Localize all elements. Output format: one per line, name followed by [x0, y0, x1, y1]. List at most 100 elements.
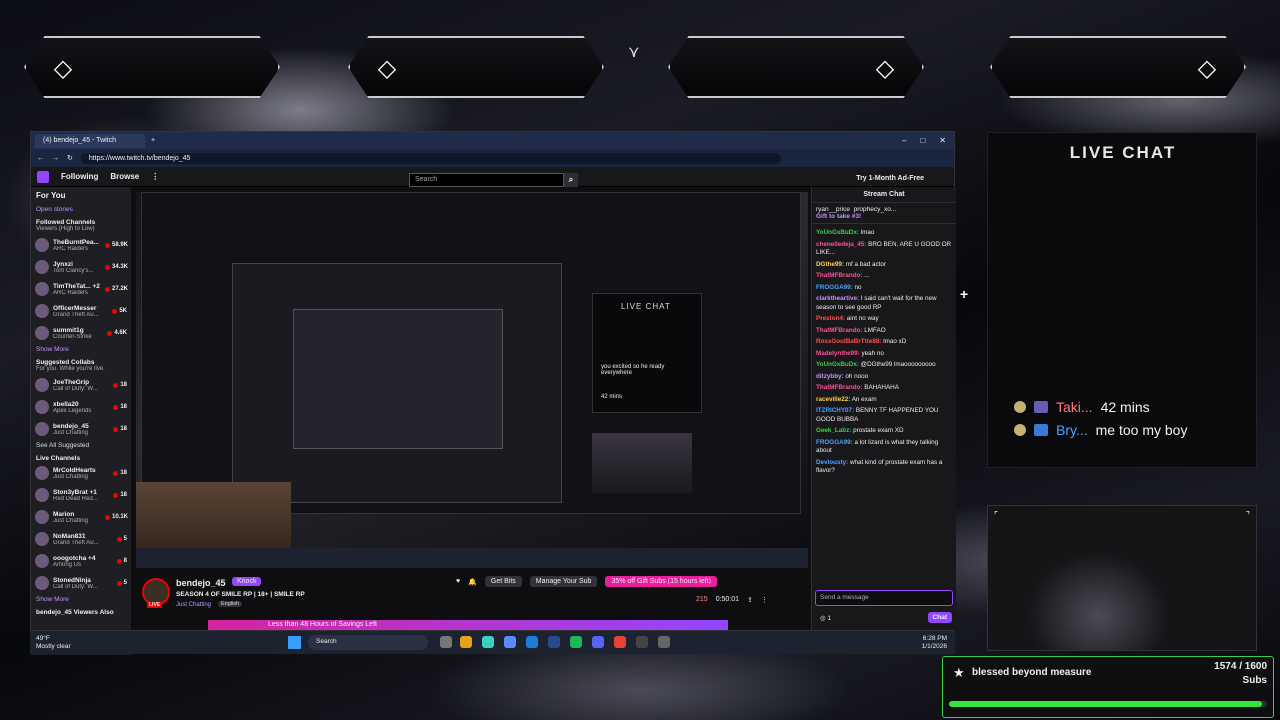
- chat-username[interactable]: FROGGA99:: [816, 439, 853, 446]
- taskbar-search[interactable]: Search: [308, 635, 428, 650]
- clock-date: 1/1/2026: [921, 642, 947, 650]
- discord-icon[interactable]: [592, 636, 604, 648]
- chat-username[interactable]: chenelledeja_45:: [816, 241, 866, 248]
- knock-button[interactable]: Knock: [232, 577, 262, 586]
- overlay-chat-message: Taki... 42 mins: [1014, 399, 1150, 415]
- minimize-icon[interactable]: –: [902, 136, 906, 145]
- notification-icon[interactable]: 🔔: [468, 578, 477, 586]
- sidebar-channel[interactable]: Marion Just Chatting 10.1K: [31, 506, 131, 528]
- see-all-link[interactable]: See All Suggested: [31, 440, 131, 451]
- sidebar-channel[interactable]: Ston3yBrat +1 Red Dead Red... 18: [31, 484, 131, 506]
- language-tag[interactable]: English: [218, 601, 243, 607]
- chat-username[interactable]: DGthe99:: [816, 261, 844, 268]
- ad-free-button[interactable]: Try 1-Month Ad-Free: [856, 175, 924, 182]
- edge-icon[interactable]: [482, 636, 494, 648]
- sidebar: For You Open stories Followed Channels V…: [31, 187, 131, 655]
- channel-name[interactable]: bendejo_45: [176, 578, 226, 588]
- twitch-logo-icon[interactable]: [37, 170, 49, 183]
- chat-input[interactable]: Send a message: [815, 590, 953, 606]
- new-tab-icon[interactable]: +: [151, 137, 155, 144]
- back-icon[interactable]: ←: [37, 155, 44, 162]
- share-icon[interactable]: ⇪: [747, 596, 753, 604]
- channel-game: Just Chatting: [53, 517, 89, 524]
- get-bits-button[interactable]: Get Bits: [484, 576, 522, 587]
- nav-browse[interactable]: Browse: [110, 172, 139, 181]
- chat-username[interactable]: FROGGA99:: [816, 284, 853, 291]
- wing-icon: ⋎: [628, 44, 640, 61]
- sidebar-channel[interactable]: Jynxzi Tom Clancy's... 34.3K: [31, 256, 131, 278]
- chrome-icon[interactable]: [614, 636, 626, 648]
- chat-username[interactable]: ThatMFBrando:: [816, 384, 863, 391]
- chat-username[interactable]: YoUnGxBuDx:: [816, 361, 859, 368]
- sidebar-channel[interactable]: StonedNinja Call of Duty: W... 5: [31, 572, 131, 594]
- chat-username[interactable]: Preston4:: [816, 315, 845, 322]
- sidebar-channel[interactable]: summit1g Counter-Strike 4.6K: [31, 322, 131, 344]
- sidebar-channel[interactable]: ooogotcha +4 Among Us 8: [31, 550, 131, 572]
- gift-subs-button[interactable]: 35% off Gift Subs (15 hours left): [605, 576, 717, 587]
- sidebar-channel[interactable]: MrColdHearts Just Chatting 18: [31, 462, 131, 484]
- browser-tab[interactable]: (4) bendejo_45 - Twitch: [35, 133, 145, 148]
- video-player[interactable]: LIVE CHAT you excited so he ready everyw…: [136, 192, 808, 568]
- forward-icon[interactable]: →: [52, 155, 59, 162]
- address-bar[interactable]: https://www.twitch.tv/bendejo_45: [80, 152, 781, 164]
- close-icon[interactable]: ✕: [939, 136, 946, 145]
- chat-username[interactable]: ThatMFBrando:: [816, 327, 863, 334]
- more-icon[interactable]: ⋮: [151, 172, 159, 181]
- chat-username[interactable]: ditzybby:: [816, 373, 844, 380]
- sidebar-channel[interactable]: NoMan831 Grand Theft Au... 5: [31, 528, 131, 550]
- obs-icon[interactable]: [636, 636, 648, 648]
- more-options-icon[interactable]: ⋮: [761, 596, 768, 604]
- channel-avatar: [35, 422, 49, 436]
- sub-goal-fill: [949, 701, 1262, 707]
- sidebar-channel[interactable]: OfficerMesser Grand Theft Au... 5K: [31, 300, 131, 322]
- sidebar-channel[interactable]: TimTheTat... +2 ARC Raiders 27.2K: [31, 278, 131, 300]
- chat-username[interactable]: Geek_Labz:: [816, 427, 851, 434]
- manage-sub-button[interactable]: Manage Your Sub: [529, 576, 598, 587]
- maximize-icon[interactable]: □: [920, 136, 925, 145]
- sidebar-channel[interactable]: xbella20 Apex Legends 18: [31, 396, 131, 418]
- chat-text: oh nooo: [845, 372, 869, 380]
- spotify-icon[interactable]: [570, 636, 582, 648]
- live-dot-icon: [113, 404, 119, 410]
- sidebar-channel[interactable]: JoeTheGrip Call of Duty: W... 18: [31, 374, 131, 396]
- chat-username[interactable]: Madelynthe99:: [816, 350, 860, 357]
- chat-username[interactable]: RossGoulBaBrTtte88:: [816, 338, 881, 345]
- overlay-chat-text: 42 mins: [1100, 399, 1150, 415]
- app-icon[interactable]: [504, 636, 516, 648]
- chat-username[interactable]: YoUnGxBuDx:: [816, 229, 859, 236]
- heart-icon[interactable]: ♥: [456, 578, 460, 585]
- system-clock[interactable]: 6:28 PM 1/1/2026: [922, 635, 947, 651]
- show-more-link[interactable]: Show More: [31, 344, 131, 355]
- windows-start-icon[interactable]: [288, 636, 301, 649]
- leader-2[interactable]: prophecy_xo...: [854, 206, 897, 213]
- chat-username[interactable]: ThatMFBrando:: [816, 272, 863, 279]
- stream-category[interactable]: Just Chatting: [176, 602, 211, 608]
- steam-icon[interactable]: [548, 636, 560, 648]
- sidebar-channel[interactable]: bendejo_45 Just Chatting 18: [31, 418, 131, 440]
- viewer-number: 34.3K: [112, 264, 129, 270]
- chat-username[interactable]: ITZRICHY07:: [816, 407, 854, 414]
- channel-points[interactable]: ◎ 1: [820, 614, 831, 622]
- leader-1[interactable]: ryan__price: [816, 206, 850, 213]
- chat-username[interactable]: Devlousty:: [816, 459, 848, 466]
- chat-username[interactable]: clarktheartive:: [816, 295, 859, 302]
- store-icon[interactable]: [526, 636, 538, 648]
- chat-username[interactable]: raceville22:: [816, 396, 850, 403]
- chat-button[interactable]: Chat: [927, 612, 952, 623]
- weather-widget[interactable]: 49°F Mostly clear: [36, 635, 71, 651]
- reload-icon[interactable]: ↻: [67, 154, 73, 162]
- viewer-count: 27.2K: [105, 286, 128, 292]
- gift-cta[interactable]: Gift to take #3!: [816, 213, 861, 220]
- search-input[interactable]: Search: [409, 173, 564, 187]
- app-icon-2[interactable]: [658, 636, 670, 648]
- open-stories-link[interactable]: Open stories: [31, 204, 131, 215]
- sidebar-channel[interactable]: TheBurntPea... ARC Raiders 58.9K: [31, 234, 131, 256]
- promo-banner[interactable]: Less than 48 Hours of Savings Left: [208, 620, 728, 630]
- search-icon[interactable]: ⌕: [564, 173, 578, 187]
- nav-following[interactable]: Following: [61, 172, 98, 181]
- followed-sort[interactable]: Viewers (High to Low): [31, 226, 131, 234]
- task-view-icon[interactable]: [440, 636, 452, 648]
- file-explorer-icon[interactable]: [460, 636, 472, 648]
- show-more-link-2[interactable]: Show More: [31, 594, 131, 605]
- sub-goal-count: 1574 / 1600: [1214, 661, 1267, 672]
